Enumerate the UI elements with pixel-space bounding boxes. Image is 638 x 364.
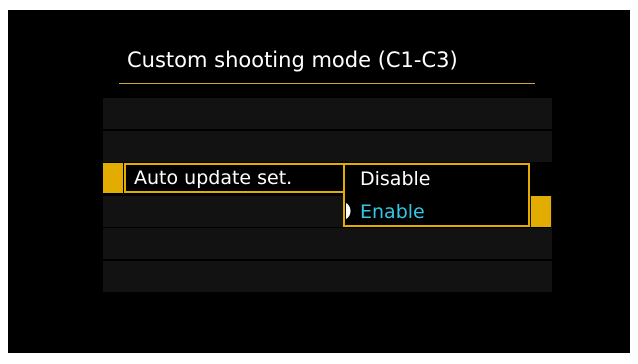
menu-row-empty [103,261,552,292]
title-divider [119,83,535,84]
option-disable[interactable]: Disable [360,167,430,191]
menu-row-empty [103,98,552,129]
selected-row-indicator [103,163,123,193]
menu-row-empty [103,228,552,259]
menu-title: Custom shooting mode (C1-C3) [127,48,458,72]
dropdown-scroll-tab [531,196,551,227]
menu-row-empty [103,131,552,162]
option-enable[interactable]: Enable [360,200,425,224]
auto-update-setting-label: Auto update set. [134,167,293,189]
selection-cursor-icon [346,203,351,219]
